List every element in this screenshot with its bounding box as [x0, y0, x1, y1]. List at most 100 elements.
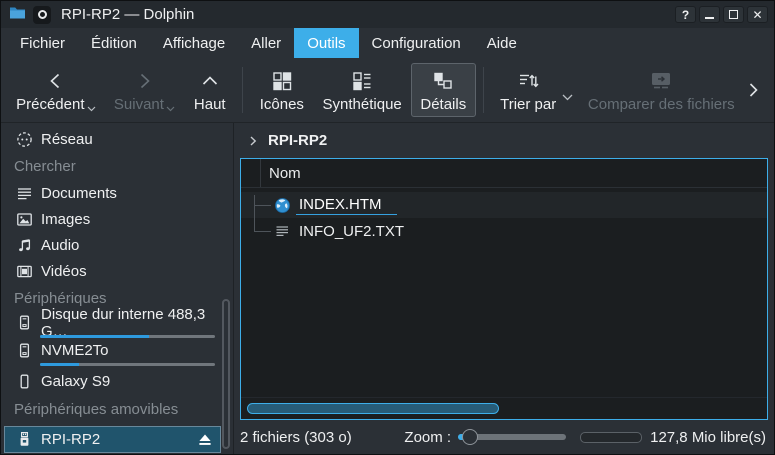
window-title: RPI-RP2 — Dolphin	[61, 6, 194, 23]
chevron-up-icon	[199, 68, 221, 93]
window-badge-icon	[33, 6, 51, 24]
menu-configuration[interactable]: Configuration	[359, 28, 474, 58]
compact-view-label: Synthétique	[323, 96, 402, 113]
maximize-button[interactable]	[723, 6, 744, 23]
sidebar-item-images[interactable]: Images	[1, 206, 233, 232]
sidebar-item-reseau[interactable]: Réseau	[1, 126, 233, 152]
column-header-nom[interactable]: Nom	[261, 165, 301, 182]
compact-view-icon	[351, 68, 373, 93]
toolbar-separator	[483, 67, 484, 113]
music-note-icon	[16, 237, 33, 254]
sort-icon	[517, 68, 539, 93]
sidebar-item-disque-interne[interactable]: Disque dur interne 488,3 G…	[1, 312, 233, 340]
status-bar: 2 fichiers (303 o) Zoom : 127,8 Mio libr…	[234, 420, 774, 454]
phone-icon	[16, 373, 33, 390]
places-panel: Réseau Chercher Documents Images	[1, 123, 234, 454]
dolphin-window: RPI-RP2 — Dolphin ? ✕ Fichier Édition Af…	[0, 0, 775, 455]
minimize-icon	[705, 17, 714, 19]
eject-button[interactable]	[197, 433, 213, 447]
image-icon	[16, 211, 33, 228]
sidebar-item-audio[interactable]: Audio	[1, 232, 233, 258]
breadcrumb-root[interactable]: RPI-RP2	[268, 132, 327, 149]
sidebar-section-amovibles: Périphériques amovibles	[1, 394, 233, 424]
sidebar-item-label: Documents	[41, 185, 117, 202]
file-row-info-uf2-txt[interactable]: INFO_UF2.TXT	[241, 218, 767, 244]
sidebar-section-chercher: Chercher	[1, 152, 233, 180]
forward-button[interactable]: Suivant	[105, 63, 185, 117]
sidebar-scrollbar[interactable]	[222, 299, 230, 449]
hard-drive-icon	[16, 314, 33, 331]
close-button[interactable]: ✕	[747, 6, 768, 23]
back-label: Précédent	[16, 96, 95, 113]
network-icon	[16, 131, 33, 148]
sort-by-caret-icon	[562, 88, 573, 105]
up-button[interactable]: Haut	[184, 63, 235, 117]
globe-icon	[274, 197, 291, 214]
document-lines-icon	[16, 185, 33, 202]
minimize-button[interactable]	[699, 6, 720, 23]
window-controls: ? ✕	[675, 6, 768, 23]
sidebar-item-galaxy-s9[interactable]: Galaxy S9	[1, 368, 233, 394]
tree-line	[254, 231, 271, 232]
sidebar-item-videos[interactable]: Vidéos	[1, 258, 233, 284]
hard-drive-icon	[16, 342, 33, 359]
expander-column	[241, 159, 261, 187]
eject-icon	[197, 433, 213, 447]
capacity-info: 127,8 Mio libre(s)	[580, 429, 766, 446]
sidebar-item-label: Audio	[41, 237, 79, 254]
zoom-slider-handle[interactable]	[462, 429, 478, 445]
icons-view-label: Icônes	[260, 96, 304, 113]
files-summary: 2 fichiers (303 o)	[240, 429, 352, 446]
up-label: Haut	[194, 96, 226, 113]
file-row-index-htm[interactable]: INDEX.HTM	[241, 192, 767, 218]
disk-usage-bar	[40, 335, 215, 338]
menu-aller[interactable]: Aller	[238, 28, 294, 58]
menu-fichier[interactable]: Fichier	[7, 28, 78, 58]
title-bar: RPI-RP2 — Dolphin ? ✕	[1, 1, 774, 28]
list-header: Nom	[241, 159, 767, 188]
menu-bar: Fichier Édition Affichage Aller Outils C…	[1, 28, 774, 58]
sidebar-item-documents[interactable]: Documents	[1, 180, 233, 206]
folder-view-area: RPI-RP2 Nom	[234, 123, 774, 454]
sort-by-label: Trier par	[500, 96, 556, 113]
window-body: Réseau Chercher Documents Images	[1, 123, 774, 454]
zoom-slider[interactable]	[458, 434, 566, 440]
menu-affichage[interactable]: Affichage	[150, 28, 238, 58]
sidebar-item-nvme2to[interactable]: NVME2To	[1, 340, 233, 368]
app-folder-icon	[8, 3, 27, 26]
breadcrumb: RPI-RP2	[234, 123, 774, 158]
sidebar-item-rpi-rp2[interactable]: RPI-RP2	[4, 426, 221, 453]
menu-aide[interactable]: Aide	[474, 28, 530, 58]
help-button[interactable]: ?	[675, 6, 696, 23]
free-space-label: 127,8 Mio libre(s)	[650, 429, 766, 446]
sidebar-item-label: Vidéos	[41, 263, 87, 280]
forward-label: Suivant	[114, 96, 175, 113]
details-view-icon	[432, 68, 454, 93]
chevron-right-icon	[133, 68, 155, 93]
horizontal-scrollbar[interactable]	[247, 403, 499, 414]
compact-view-button[interactable]: Synthétique	[313, 63, 410, 117]
sidebar-item-label: Galaxy S9	[41, 373, 110, 390]
maximize-icon	[729, 10, 738, 19]
details-view-label: Détails	[420, 96, 466, 113]
back-button[interactable]: Précédent	[7, 63, 105, 117]
back-caret-icon	[87, 99, 96, 116]
compare-files-label: Comparer des fichiers	[588, 96, 735, 113]
tree-line	[254, 205, 271, 206]
menu-outils[interactable]: Outils	[294, 28, 358, 58]
sidebar-item-label: Images	[41, 211, 90, 228]
sort-by-button[interactable]: Trier par	[491, 63, 566, 117]
sidebar-item-label: NVME2To	[41, 342, 109, 359]
menu-edition[interactable]: Édition	[78, 28, 150, 58]
free-space-bar	[580, 432, 642, 443]
icons-view-button[interactable]: Icônes	[250, 63, 313, 117]
details-view-button[interactable]: Détails	[411, 63, 476, 117]
compare-files-button[interactable]: Comparer des fichiers	[580, 63, 743, 117]
scroll-area-divider	[241, 397, 767, 398]
toolbar-separator	[242, 67, 243, 113]
sidebar-item-label: Réseau	[41, 131, 93, 148]
toolbar-overflow-button[interactable]	[743, 80, 763, 100]
breadcrumb-chevron-icon[interactable]	[247, 135, 259, 147]
forward-caret-icon	[166, 99, 175, 116]
file-name: INFO_UF2.TXT	[299, 223, 404, 240]
